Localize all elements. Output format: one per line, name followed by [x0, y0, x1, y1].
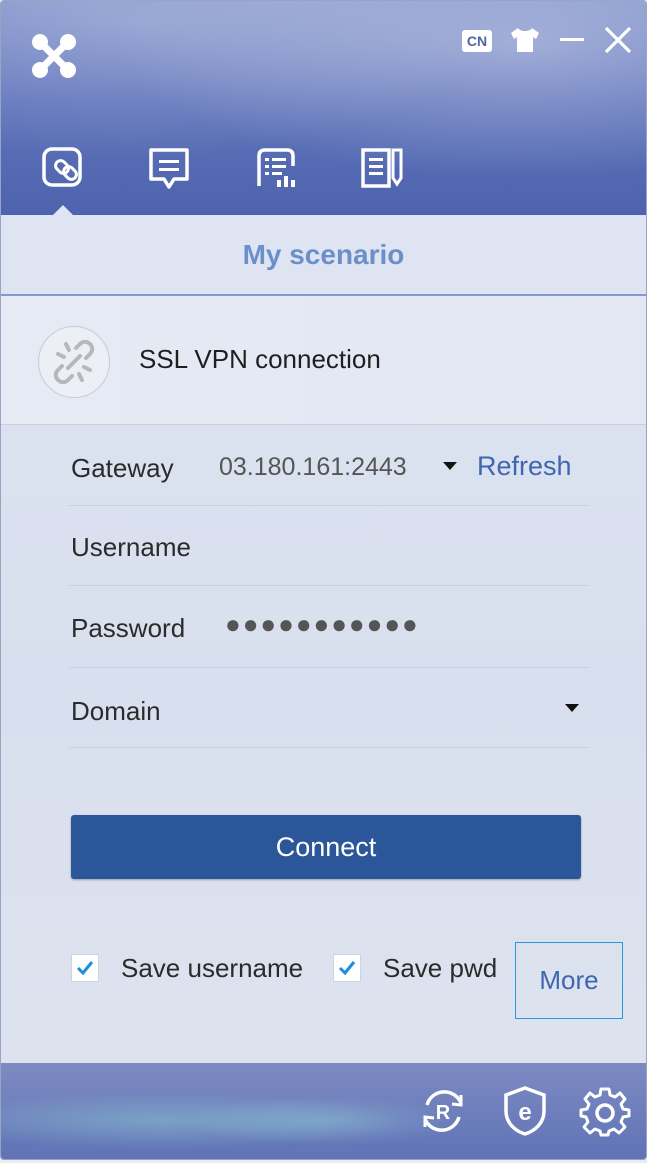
domain-row[interactable]: Domain — [69, 667, 589, 748]
password-label: Password — [71, 613, 186, 643]
domain-label: Domain — [71, 696, 161, 726]
vpn-client-window: CN My scenario SSL VPN connection Gatewa… — [0, 0, 647, 1160]
message-icon — [149, 148, 189, 189]
save-username-label: Save username — [121, 952, 304, 983]
save-pwd-option[interactable]: Save pwd — [333, 949, 497, 987]
tab-notes[interactable] — [359, 146, 407, 194]
gateway-label: Gateway — [71, 453, 174, 483]
connection-title: SSL VPN connection — [139, 344, 381, 374]
save-username-checkbox[interactable] — [71, 954, 99, 982]
header — [1, 1, 646, 215]
list-icon — [257, 148, 295, 187]
svg-text:R: R — [436, 1102, 451, 1124]
tab-messages[interactable] — [147, 146, 195, 194]
close-icon — [604, 26, 632, 54]
gateway-row: Gateway 03.180.161:2443 Refresh — [69, 425, 589, 506]
checkmark-icon — [76, 961, 94, 976]
connection-icon-badge — [38, 326, 110, 398]
more-label: More — [539, 965, 599, 995]
app-logo-icon — [32, 34, 76, 78]
checkmark-icon — [338, 961, 356, 976]
username-label: Username — [71, 532, 191, 562]
domain-dropdown-icon[interactable] — [565, 704, 579, 712]
minimize-button[interactable] — [557, 25, 587, 55]
username-row[interactable]: Username — [69, 505, 589, 586]
language-button[interactable]: CN — [461, 28, 493, 54]
connection-item[interactable]: SSL VPN connection — [1, 296, 646, 425]
refresh-r-icon[interactable]: R — [417, 1085, 469, 1137]
connect-button[interactable]: Connect — [71, 815, 581, 879]
save-pwd-label: Save pwd — [383, 952, 498, 983]
svg-text:e: e — [518, 1099, 531, 1126]
link-icon — [42, 147, 82, 187]
language-label: CN — [462, 30, 492, 52]
password-row[interactable]: Password ●●●●●●●●●●● — [69, 585, 589, 668]
gateway-dropdown-icon[interactable] — [443, 462, 457, 470]
tab-scenario[interactable] — [41, 146, 89, 194]
browser-shield-icon[interactable]: e — [499, 1085, 551, 1137]
notes-icon — [361, 148, 403, 188]
more-button[interactable]: More — [515, 942, 623, 1019]
password-field[interactable]: ●●●●●●●●●●● — [225, 609, 420, 640]
active-tab-indicator — [53, 205, 73, 215]
refresh-link[interactable]: Refresh — [477, 451, 572, 482]
close-button[interactable] — [601, 25, 635, 55]
minimize-icon — [560, 38, 584, 41]
skin-button[interactable] — [507, 25, 543, 55]
save-username-option[interactable]: Save username — [71, 949, 303, 987]
shirt-icon — [511, 28, 539, 52]
settings-gear-icon[interactable] — [579, 1085, 631, 1137]
save-pwd-checkbox[interactable] — [333, 954, 361, 982]
tab-list[interactable] — [253, 146, 301, 194]
scenario-title: My scenario — [1, 215, 646, 296]
broken-link-icon — [53, 340, 95, 384]
gateway-select[interactable]: 03.180.161:2443 — [219, 453, 407, 482]
